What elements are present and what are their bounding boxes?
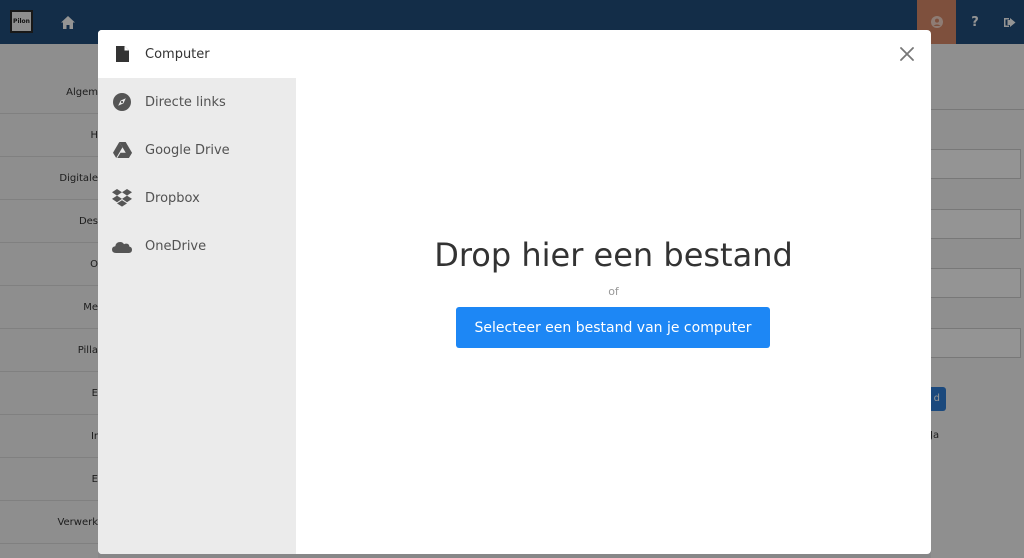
- onedrive-icon: [112, 236, 132, 256]
- compass-icon: [112, 92, 132, 112]
- dropbox-icon: [112, 188, 132, 208]
- select-file-button[interactable]: Selecteer een bestand van je computer: [456, 307, 770, 348]
- source-tab-label: Directe links: [145, 94, 226, 110]
- file-icon: [112, 44, 132, 64]
- or-separator: of: [608, 285, 619, 298]
- source-tab-label: OneDrive: [145, 238, 207, 254]
- source-tab-label: Google Drive: [145, 142, 230, 158]
- google-drive-icon: [112, 140, 132, 160]
- source-tab-computer[interactable]: Computer: [98, 30, 296, 78]
- source-tab-direct-links[interactable]: Directe links: [98, 78, 296, 126]
- drop-zone[interactable]: Drop hier een bestand of Selecteer een b…: [296, 30, 931, 554]
- file-upload-modal: Computer Directe links Google Drive Drop…: [98, 30, 931, 554]
- source-nav: Computer Directe links Google Drive Drop…: [98, 30, 296, 554]
- source-tab-onedrive[interactable]: OneDrive: [98, 222, 296, 270]
- source-tab-label: Dropbox: [145, 190, 200, 206]
- drop-title: Drop hier een bestand: [434, 236, 793, 274]
- source-tab-google-drive[interactable]: Google Drive: [98, 126, 296, 174]
- source-tab-label: Computer: [145, 46, 210, 62]
- source-tab-dropbox[interactable]: Dropbox: [98, 174, 296, 222]
